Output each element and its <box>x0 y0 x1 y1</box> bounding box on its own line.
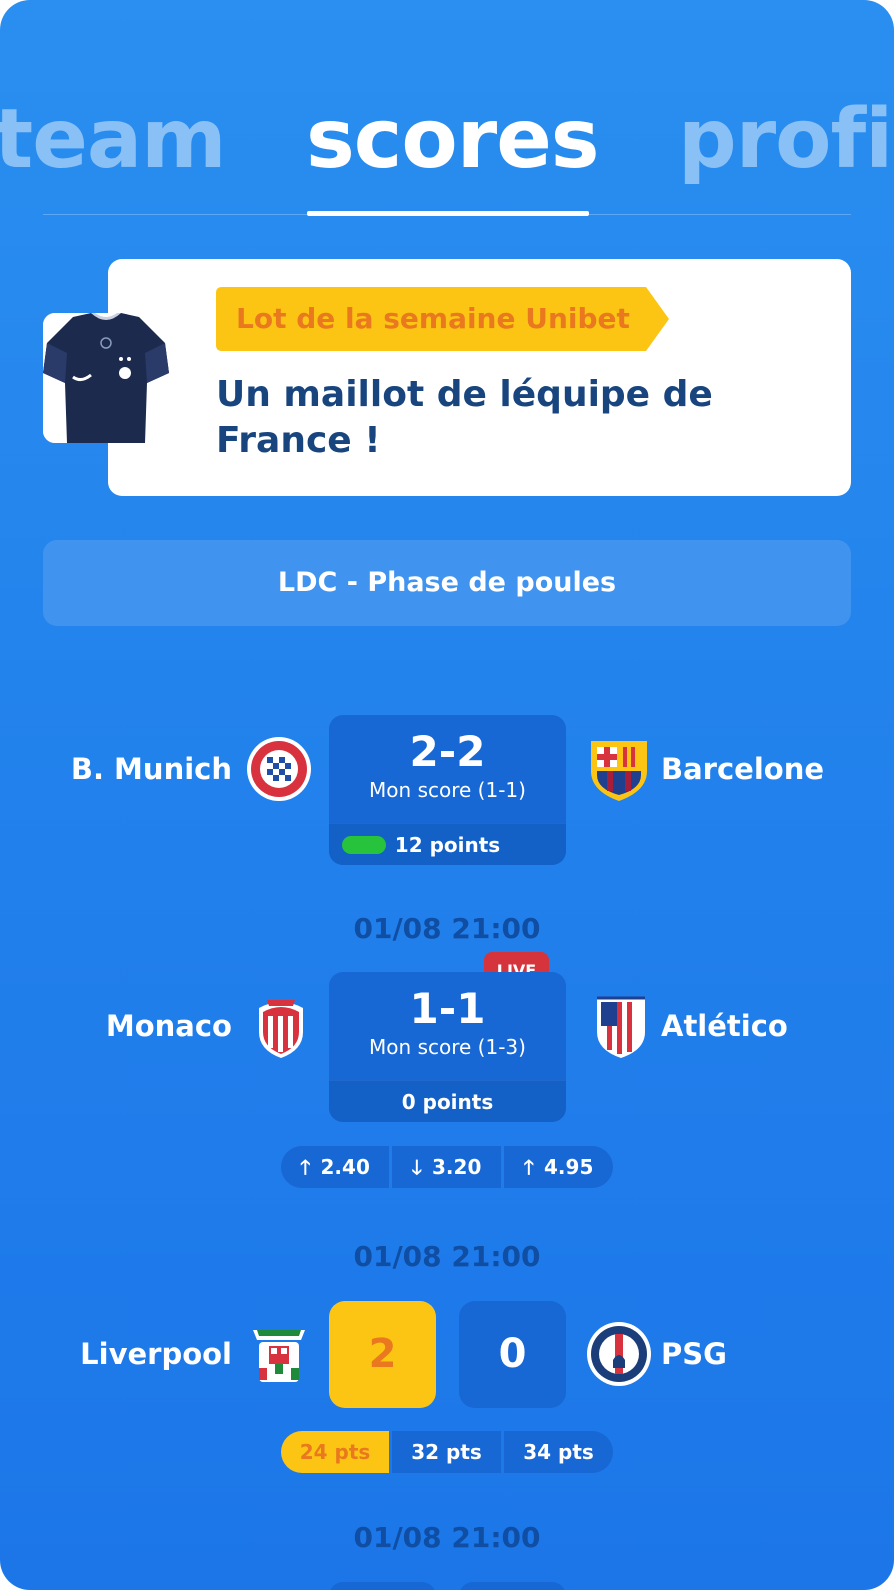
psg-crest-icon <box>585 1320 653 1388</box>
scores-screen: team scores profi Lot de la semaine Unib… <box>0 0 894 1590</box>
promo-badge-label: Lot de la semaine Unibet <box>236 302 630 335</box>
tab-active-indicator <box>307 211 589 216</box>
promo-badge: Lot de la semaine Unibet <box>216 287 669 351</box>
odd-value: 2.40 <box>320 1155 370 1179</box>
away-team-name: Barcelone <box>661 752 825 786</box>
away-score-guess[interactable]: 0 <box>459 1301 566 1408</box>
home-team-name: B. Munich <box>70 752 232 786</box>
jersey-image <box>43 313 169 443</box>
points-footer: 12 points <box>329 823 566 865</box>
points-footer: 0 points <box>329 1080 566 1122</box>
competition-label: LDC - Phase de poules <box>277 567 617 598</box>
match-score-card[interactable]: 1-1 Mon score (1-3) 0 points <box>329 972 566 1122</box>
tab-profil[interactable]: profi <box>678 90 893 190</box>
odds-row: 🡑 2.40 🡓 3.20 🡑 4.95 <box>281 1146 613 1188</box>
tab-scores[interactable]: scores <box>306 90 600 190</box>
home-score-guess[interactable]: 2 <box>329 1301 436 1408</box>
promo-title: Un maillot de léquipe de France ! <box>216 374 713 461</box>
match-score-card[interactable]: 2-2 Mon score (1-1) 12 points <box>329 715 566 865</box>
match-date: 01/08 21:00 <box>353 1240 541 1273</box>
tab-bar: team scores profi <box>0 90 894 190</box>
live-score: 2-2 <box>409 727 486 776</box>
my-score: Mon score (1-3) <box>369 1035 526 1059</box>
away-team-name: PSG <box>661 1337 727 1371</box>
competition-header[interactable]: LDC - Phase de poules <box>43 540 851 626</box>
odd-home-button[interactable]: 🡑 2.40 <box>281 1146 389 1188</box>
live-score: 1-1 <box>409 984 486 1033</box>
home-score-guess[interactable] <box>329 1582 436 1590</box>
away-team-name: Atlético <box>661 1009 788 1043</box>
points-earned: 12 points <box>394 833 501 857</box>
pts-row: 24 pts 32 pts 34 pts <box>281 1431 613 1473</box>
arrow-up-icon: 🡑 <box>523 1155 535 1179</box>
home-team-name: Monaco <box>105 1009 232 1043</box>
pts-draw-button[interactable]: 32 pts <box>392 1431 501 1473</box>
atletico-crest-icon <box>587 992 655 1060</box>
monaco-crest-icon <box>247 992 315 1060</box>
arrow-up-icon: 🡑 <box>300 1155 311 1179</box>
match-date: 01/08 21:00 <box>353 912 541 945</box>
barcelona-crest-icon <box>585 735 653 803</box>
odd-value: 4.95 <box>544 1155 594 1179</box>
odd-value: 3.20 <box>432 1155 482 1179</box>
points-earned: 0 points <box>401 1090 494 1114</box>
arrow-down-icon: 🡓 <box>411 1155 423 1179</box>
munich-crest-icon <box>245 735 313 803</box>
odd-draw-button[interactable]: 🡓 3.20 <box>392 1146 501 1188</box>
odd-away-button[interactable]: 🡑 4.95 <box>504 1146 613 1188</box>
home-team-name: Liverpool <box>80 1337 232 1371</box>
pts-home-button[interactable]: 24 pts <box>281 1431 389 1473</box>
liverpool-crest-icon <box>245 1320 313 1388</box>
tab-team[interactable]: team <box>0 90 227 190</box>
pts-away-button[interactable]: 34 pts <box>504 1431 613 1473</box>
my-score: Mon score (1-1) <box>369 778 526 802</box>
match-date: 01/08 21:00 <box>353 1521 541 1554</box>
away-score-guess[interactable] <box>459 1582 566 1590</box>
